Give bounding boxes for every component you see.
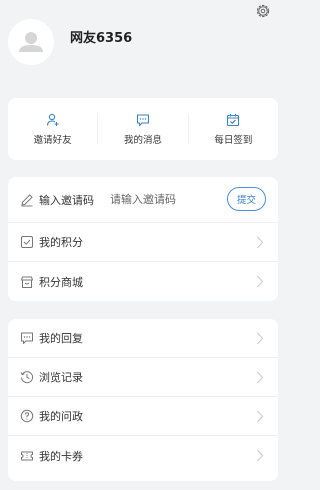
invite-code-input[interactable] [110,193,196,206]
menu-item-my-inquiries[interactable]: 我的问政 [8,397,278,436]
submit-button[interactable]: 提交 [227,187,266,211]
invite-code-label: 输入邀请码 [39,193,94,207]
profile-header[interactable]: 网友6356 [8,18,132,66]
menu-item-label: 浏览记录 [39,371,83,384]
gear-icon [256,4,270,18]
settings-button[interactable] [255,3,271,19]
calendar-check-icon [227,113,240,126]
quick-action-label: 每日签到 [214,134,253,146]
my-messages-button[interactable]: 我的消息 [98,98,187,160]
invite-code-row: 输入邀请码 提交 [8,177,278,223]
menu-item-my-points[interactable]: 我的积分 [8,223,278,262]
history-icon [20,371,34,384]
menu-item-label: 我的卡券 [39,449,83,463]
menu-item-label: 我的积分 [39,236,83,249]
chevron-right-icon [257,275,264,288]
quick-action-label: 邀请好友 [33,134,72,146]
chevron-right-icon [257,410,264,423]
shop-icon [21,276,33,288]
menu-item-my-coupons[interactable]: 我的卡券 [8,436,278,475]
menu-item-my-replies[interactable]: 我的回复 [8,319,278,358]
default-avatar-icon [19,32,43,52]
invite-friends-button[interactable]: 邀请好友 [8,98,97,160]
chevron-right-icon [257,449,264,462]
menu-item-label: 我的问政 [39,410,83,423]
quick-actions: 邀请好友 我的消息 每日签到 [8,98,278,160]
profile-page: 网友6356 邀请好友 我的消息 每日签到 输入邀请码 请输入邀请码 提交 我的… [0,0,284,490]
username[interactable]: 网友6356 [70,27,132,46]
menu-item-label: 我的回复 [39,332,83,345]
checkbox-icon [21,236,33,248]
menu-group-activity: 我的回复 浏览记录 我的问政 我的卡券 [8,319,278,481]
chevron-right-icon [257,371,264,384]
menu-item-browse-history[interactable]: 浏览记录 [8,358,278,397]
chevron-right-icon [257,236,264,249]
menu-item-label: 积分商城 [39,275,83,289]
chevron-right-icon [257,332,264,345]
menu-item-points-mall[interactable]: 积分商城 [8,262,278,301]
chat-bubble-icon [21,332,33,344]
daily-checkin-button[interactable]: 每日签到 [189,98,278,160]
ticket-icon [21,451,33,460]
person-add-icon [46,113,59,126]
avatar[interactable] [8,19,54,65]
menu-group-points: 输入邀请码 提交 我的积分 积分商城 [8,177,278,301]
quick-action-label: 我的消息 [123,134,162,146]
pencil-icon [21,193,33,206]
message-icon [136,113,150,126]
question-icon [20,409,34,423]
